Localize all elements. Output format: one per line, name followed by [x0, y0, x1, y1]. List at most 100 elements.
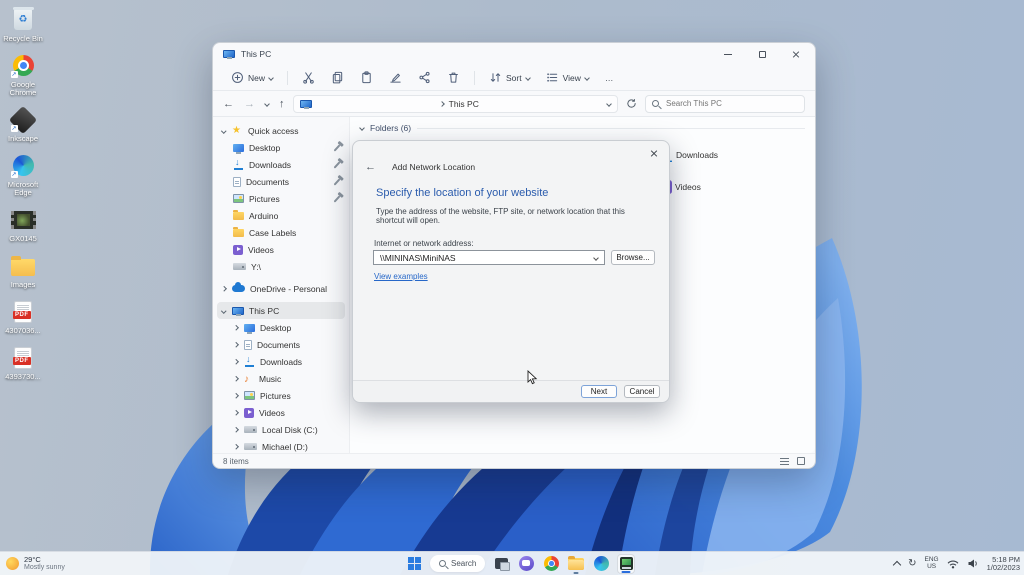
sidebar-item-this-pc[interactable]: This PC	[217, 302, 345, 319]
view-examples-link[interactable]: View examples	[374, 272, 428, 281]
weather-widget[interactable]: 29°C Mostly sunny	[6, 556, 65, 572]
hidden-icons-chevron[interactable]	[893, 560, 900, 567]
rename-button[interactable]	[383, 68, 408, 87]
title-bar[interactable]: This PC	[213, 43, 815, 65]
desktop-icon-pdf-1[interactable]: PDF 4307036...	[0, 298, 46, 335]
view-icon	[546, 71, 559, 84]
navigation-bar: ← → ↑ This PC	[213, 91, 815, 117]
weather-temp: 29°C	[24, 556, 65, 564]
taskbar-search[interactable]: Search	[430, 555, 485, 572]
close-button[interactable]	[791, 49, 801, 59]
breadcrumb[interactable]: This PC	[449, 99, 479, 109]
folder-tile-downloads[interactable]: Downloads	[654, 139, 801, 171]
chevron-down-icon	[584, 75, 590, 81]
browse-button[interactable]: Browse...	[611, 250, 655, 265]
sidebar-item-documents[interactable]: Documents	[217, 173, 345, 190]
sidebar-item-desktop[interactable]: Desktop	[217, 139, 345, 156]
forward-button[interactable]: →	[244, 98, 255, 110]
paste-button[interactable]	[354, 68, 379, 87]
cancel-button[interactable]: Cancel	[624, 385, 660, 398]
search-input[interactable]	[664, 98, 798, 109]
sidebar-item-pc-pictures[interactable]: Pictures	[217, 387, 345, 404]
view-button[interactable]: View	[540, 68, 595, 87]
file-explorer-taskbar-button[interactable]	[567, 554, 585, 574]
sort-button[interactable]: Sort	[483, 68, 536, 87]
sidebar-item-videos[interactable]: Videos	[217, 241, 345, 258]
copy-button[interactable]	[325, 68, 350, 87]
address-field-label: Internet or network address:	[374, 239, 474, 248]
cloud-icon	[232, 285, 245, 292]
folder-tile-videos[interactable]: Videos	[654, 171, 801, 203]
language-indicator[interactable]: ENG US	[925, 557, 939, 570]
chat-button[interactable]	[517, 554, 535, 574]
file-explorer-icon	[568, 558, 584, 570]
drive-icon	[233, 263, 246, 270]
desktop-icon-microsoft-edge[interactable]: Microsoft Edge	[0, 152, 46, 197]
sidebar-item-pc-documents[interactable]: Documents	[217, 336, 345, 353]
sidebar-item-pictures[interactable]: Pictures	[217, 190, 345, 207]
chrome-taskbar-button[interactable]	[542, 554, 560, 574]
share-button[interactable]	[412, 68, 437, 87]
dialog-close-button[interactable]	[647, 147, 661, 159]
taskbar: 29°C Mostly sunny Search ↻ ENG US 5:18 P…	[0, 551, 1024, 575]
start-button[interactable]	[405, 554, 423, 574]
refresh-icon[interactable]	[626, 98, 637, 109]
desktop-icon-images-folder[interactable]: Images	[0, 252, 46, 289]
details-view-icon[interactable]	[780, 458, 789, 465]
sidebar-item-y-drive[interactable]: Y:\	[217, 258, 345, 275]
next-button[interactable]: Next	[581, 385, 617, 398]
video-thumbnail-icon	[11, 211, 36, 229]
recent-locations-chevron[interactable]	[264, 101, 270, 107]
maximize-button[interactable]	[757, 49, 767, 59]
add-network-location-dialog: ← Add Network Location Specify the locat…	[352, 140, 670, 403]
delete-button[interactable]	[441, 68, 466, 87]
desktop-icon-pdf-2[interactable]: PDF 4393730...	[0, 344, 46, 381]
large-icons-view-icon[interactable]	[797, 457, 805, 465]
sidebar-item-arduino[interactable]: Arduino	[217, 207, 345, 224]
sidebar-item-local-disk-c[interactable]: Local Disk (C:)	[217, 421, 345, 438]
up-button[interactable]: ↑	[279, 98, 285, 110]
plus-circle-icon	[231, 71, 244, 84]
sidebar-item-pc-downloads[interactable]: Downloads	[217, 353, 345, 370]
sidebar-item-quick-access[interactable]: Quick access	[217, 122, 345, 139]
desktop-icon-video-file[interactable]: GX0145	[0, 206, 46, 243]
address-combobox[interactable]: \\MININAS\MiniNAS	[373, 250, 605, 265]
pin-icon	[334, 144, 341, 151]
address-dropdown-chevron[interactable]	[606, 101, 612, 107]
video-icon	[244, 408, 254, 418]
sort-icon	[489, 71, 502, 84]
rename-icon	[389, 71, 402, 84]
address-bar[interactable]: This PC	[293, 95, 619, 113]
wifi-icon[interactable]	[947, 559, 959, 569]
edge-taskbar-button[interactable]	[592, 554, 610, 574]
back-button[interactable]: ←	[223, 98, 234, 110]
download-icon	[233, 160, 244, 170]
task-view-button[interactable]	[492, 554, 510, 574]
sidebar-item-pc-desktop[interactable]: Desktop	[217, 319, 345, 336]
cut-button[interactable]	[296, 68, 321, 87]
minimize-button[interactable]	[723, 49, 733, 59]
icon-label: Microsoft Edge	[1, 181, 45, 197]
dialog-title: Add Network Location	[392, 162, 475, 172]
more-options-button[interactable]: …	[599, 70, 620, 86]
dialog-back-button[interactable]: ←	[365, 161, 376, 173]
volume-icon[interactable]	[967, 558, 979, 569]
desktop-icon-recycle-bin[interactable]: ♻ Recycle Bin	[0, 6, 46, 43]
clock[interactable]: 5:18 PM 1/02/2023	[987, 556, 1020, 572]
folders-group-header[interactable]: Folders (6)	[360, 123, 805, 133]
sidebar-item-michael-d[interactable]: Michael (D:)	[217, 438, 345, 453]
sidebar-item-onedrive[interactable]: OneDrive - Personal	[217, 280, 345, 297]
sidebar-item-pc-music[interactable]: Music	[217, 370, 345, 387]
sidebar-item-downloads[interactable]: Downloads	[217, 156, 345, 173]
desktop-icon-inkscape[interactable]: Inkscape	[0, 106, 46, 143]
sidebar-item-case-labels[interactable]: Case Labels	[217, 224, 345, 241]
icon-label: GX0145	[9, 235, 37, 243]
item-count: 8 items	[223, 457, 249, 466]
sidebar-item-pc-videos[interactable]: Videos	[217, 404, 345, 421]
sync-icon[interactable]: ↻	[908, 558, 916, 569]
desktop-icon-google-chrome[interactable]: Google Chrome	[0, 52, 46, 97]
dialog-heading: Specify the location of your website	[376, 187, 548, 199]
active-app-taskbar-button[interactable]	[617, 554, 635, 574]
search-box[interactable]	[645, 95, 805, 113]
new-button[interactable]: New	[225, 68, 279, 87]
